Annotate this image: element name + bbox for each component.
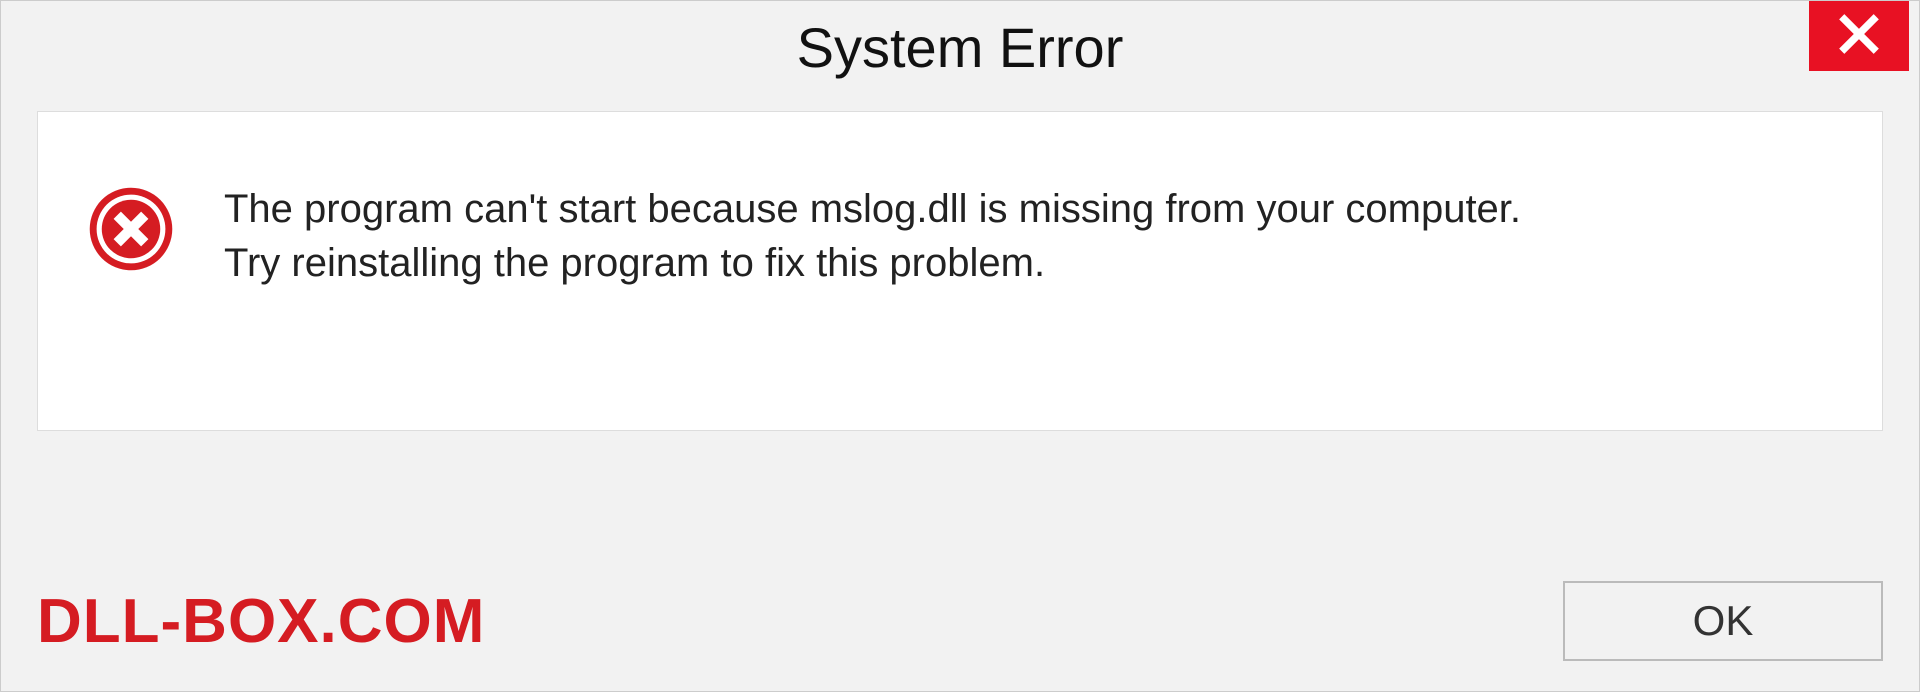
error-icon <box>88 186 174 272</box>
dialog-title: System Error <box>797 15 1124 80</box>
close-button[interactable] <box>1809 1 1909 71</box>
message-panel: The program can't start because mslog.dl… <box>37 111 1883 431</box>
error-dialog: System Error The program can't start bec… <box>0 0 1920 692</box>
close-icon <box>1837 12 1881 61</box>
error-message-line2: Try reinstalling the program to fix this… <box>224 236 1521 290</box>
error-message-line1: The program can't start because mslog.dl… <box>224 182 1521 236</box>
dialog-footer: DLL-BOX.COM OK <box>37 581 1883 661</box>
titlebar: System Error <box>1 1 1919 111</box>
watermark-text: DLL-BOX.COM <box>37 586 485 657</box>
error-message: The program can't start because mslog.dl… <box>224 182 1521 290</box>
ok-button[interactable]: OK <box>1563 581 1883 661</box>
